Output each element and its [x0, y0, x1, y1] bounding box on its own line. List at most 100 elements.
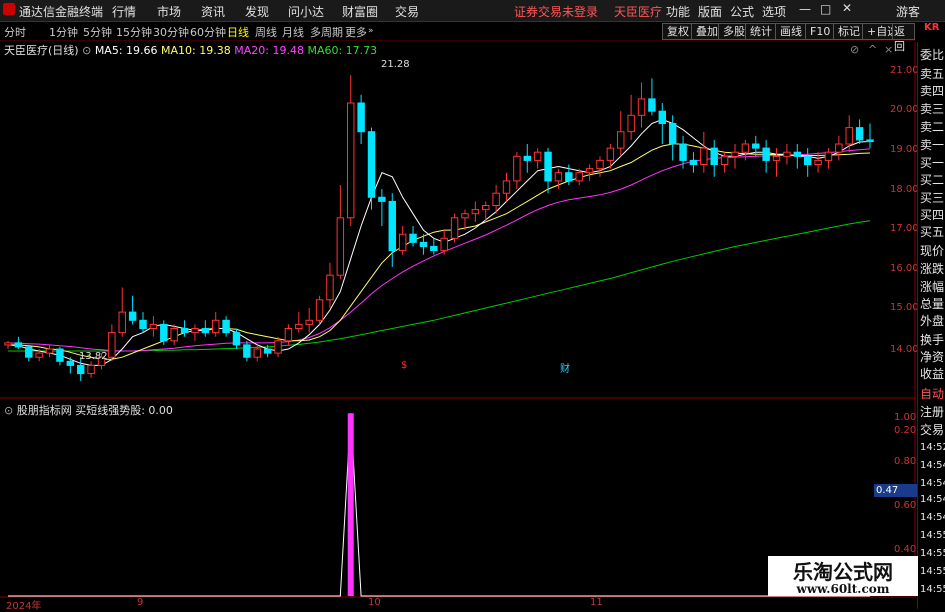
- indicator-formula: 买短线强势股: 0.00: [75, 404, 173, 417]
- last-price-label: 现价: [920, 244, 945, 258]
- candle-up: [845, 127, 853, 145]
- candle-down: [388, 200, 396, 252]
- outer-volume-label: 外盘: [920, 314, 945, 328]
- candle-down: [201, 328, 210, 334]
- event-marker-s[interactable]: $: [401, 360, 407, 371]
- candle-up: [482, 205, 490, 211]
- candle-up: [274, 340, 282, 354]
- trade-time: 14:54: [920, 478, 945, 489]
- auto-label[interactable]: 自动: [920, 385, 944, 402]
- candle-up: [617, 131, 625, 149]
- candle-up: [450, 217, 459, 239]
- candle-up: [835, 143, 843, 153]
- candle-down: [128, 311, 137, 321]
- candle-down: [76, 364, 85, 375]
- trade-label[interactable]: 交易: [920, 421, 944, 438]
- candle-down: [523, 155, 531, 161]
- candle-down: [866, 139, 874, 143]
- quote-side-panel: 委比 卖五 卖四 卖三 卖二 卖一 买一 买二 买三 买四 买五 现价 涨跌 涨…: [917, 42, 945, 609]
- ma5-line: [7, 118, 871, 366]
- indicator-tick: 0.60: [894, 500, 917, 511]
- candle-up: [731, 151, 739, 157]
- candle-up: [398, 233, 407, 252]
- trade-time: 14:55: [920, 584, 945, 595]
- candle-up: [191, 328, 199, 334]
- candle-up: [45, 348, 54, 354]
- watermark: 乐淘公式网 www.60lt.com: [768, 556, 918, 596]
- candle-down: [668, 123, 677, 145]
- candle-up: [533, 151, 542, 161]
- candle-up: [35, 352, 43, 358]
- candle-up: [211, 319, 220, 334]
- time-tick: 10: [368, 597, 381, 608]
- candle-up: [596, 159, 604, 170]
- order-ratio-label: 委比: [920, 48, 945, 62]
- candle-down: [180, 328, 189, 334]
- trade-time: 14:54: [920, 460, 945, 471]
- high-annotation: 21.28: [381, 59, 410, 70]
- candle-down: [409, 233, 417, 243]
- candle-down: [243, 344, 251, 358]
- price-tick: 19.00: [890, 144, 919, 155]
- kline-chart[interactable]: [0, 0, 945, 609]
- candle-up: [492, 192, 500, 206]
- ask4-label: 卖四: [920, 84, 945, 98]
- candle-down: [430, 246, 438, 252]
- candle-up: [720, 155, 729, 166]
- candle-down: [160, 323, 168, 342]
- candle-down: [544, 151, 552, 182]
- candle-up: [336, 217, 345, 276]
- candle-down: [367, 131, 376, 198]
- candle-up: [700, 147, 708, 166]
- net-assets-label: 净资: [920, 350, 945, 364]
- candle-up: [513, 155, 521, 182]
- candle-up: [502, 180, 511, 194]
- candle-up: [554, 172, 563, 182]
- earnings-label: 收益: [920, 367, 945, 381]
- candle-up: [637, 98, 646, 116]
- candle-down: [803, 155, 812, 166]
- time-tick: 2024年: [6, 601, 42, 612]
- candle-up: [4, 342, 12, 346]
- candle-up: [284, 328, 293, 342]
- price-tick: 16.00: [890, 263, 919, 274]
- candle-down: [139, 319, 147, 329]
- indicator-signal-bar: [347, 413, 354, 596]
- candle-up: [585, 168, 594, 174]
- indicator-settings-icon[interactable]: ⊙: [4, 404, 13, 417]
- candle-down: [56, 348, 64, 362]
- candle-down: [752, 143, 760, 149]
- register-label[interactable]: 注册: [920, 403, 944, 420]
- candle-up: [347, 102, 355, 219]
- ma10-line: [8, 143, 871, 360]
- candle-up: [108, 332, 116, 358]
- price-tick: 14.00: [890, 344, 919, 355]
- time-tick: 9: [137, 597, 144, 608]
- candle-down: [679, 143, 687, 161]
- event-marker-finance[interactable]: 财: [560, 360, 570, 375]
- low-annotation: 13.82: [79, 351, 108, 362]
- candle-up: [170, 328, 178, 342]
- watermark-url: www.60lt.com: [796, 582, 890, 596]
- candle-down: [648, 98, 656, 112]
- candle-up: [471, 209, 480, 215]
- ma20-line: [7, 148, 871, 352]
- indicator-line: [8, 413, 870, 597]
- candle-up: [627, 114, 635, 133]
- candle-up: [149, 323, 158, 329]
- candle-up: [440, 237, 448, 252]
- price-tick: 20.00: [890, 104, 919, 115]
- candle-down: [232, 332, 241, 346]
- candle-up: [295, 323, 303, 329]
- indicator-tick: 0.80: [894, 456, 917, 467]
- candle-up: [575, 172, 583, 182]
- candle-down: [762, 147, 770, 161]
- candle-down: [658, 110, 667, 124]
- candle-up: [87, 364, 95, 375]
- candle-down: [66, 360, 75, 366]
- price-tick: 17.00: [890, 223, 919, 234]
- candle-up: [741, 143, 750, 153]
- bid4-label: 买四: [920, 208, 945, 222]
- time-tick: 11: [590, 597, 603, 608]
- candle-down: [793, 151, 802, 157]
